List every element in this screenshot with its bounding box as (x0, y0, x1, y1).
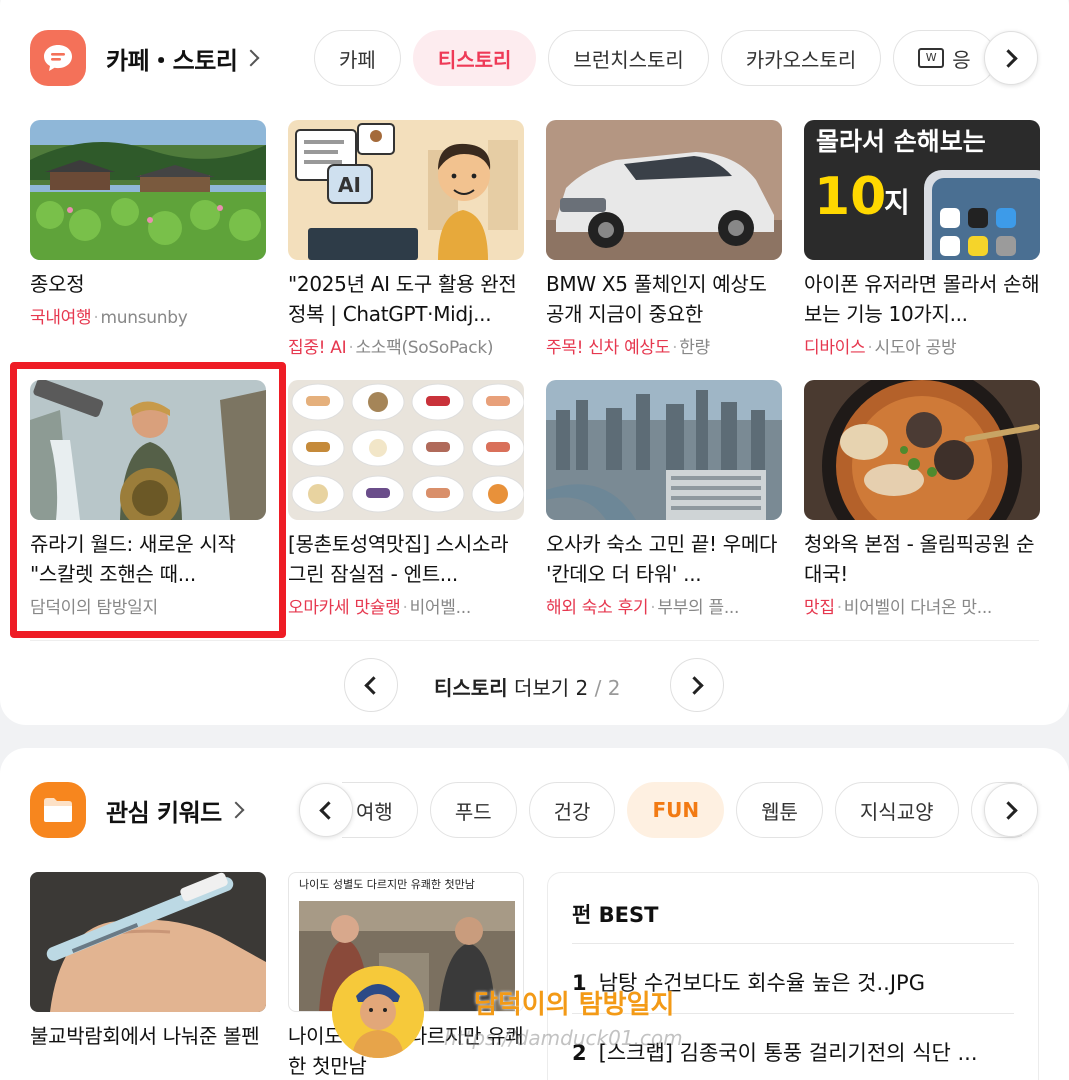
card-meta: 주목! 신차 예상도 · 한량 (546, 338, 710, 358)
chevron-right-icon (685, 675, 704, 695)
card-meta: 해외 숙소 후기 · 부부의 플... (546, 598, 740, 618)
watermark-url: https://damduck01.com (444, 1026, 683, 1050)
card-title: BMW X5 풀체인지 예상도 공개 지금이 중요한 (546, 272, 767, 326)
card-meta: 국내여행 · munsunby (30, 308, 188, 328)
story-card[interactable]: 오사카 숙소 고민 끝! 우메다 '칸데오 더 타워' ... 해외 숙소 후기… (546, 380, 782, 618)
thumb-headline: 몰라서 손해보는 (816, 127, 986, 156)
chips-next-button[interactable] (984, 783, 1038, 837)
chips-prev-button[interactable] (299, 783, 353, 837)
chip-tistory[interactable]: 티스토리 (412, 30, 537, 86)
ai-label: AI (338, 173, 361, 197)
chevron-right-icon (999, 800, 1018, 820)
keyword-card[interactable]: 불교박람회에서 나눠준 볼펜 (30, 872, 266, 1051)
chip-webtoon[interactable]: 웹툰 (736, 782, 823, 838)
section-header-interest[interactable]: 관심 키워드 (30, 782, 245, 838)
section-title: 관심 키워드 (106, 798, 222, 827)
card-author[interactable]: 한량 (679, 338, 710, 358)
chevron-right-icon (999, 48, 1018, 68)
card-author[interactable]: 부부의 플... (657, 598, 739, 618)
card-thumbnail: AI (288, 120, 524, 260)
pager-sep: / (588, 676, 608, 700)
chip-partial-label: 응 (952, 47, 971, 72)
pager-service: 티스토리 (434, 676, 508, 700)
card-meta: 오마카세 맛슐랭 · 비어벨... (288, 598, 472, 618)
card-title: "2025년 AI 도구 활용 완전정복 | ChatGPT·Midj... (288, 272, 517, 326)
card-category[interactable]: 디바이스 (804, 338, 866, 358)
pager-label[interactable]: 티스토리 더보기 2 / 2 (434, 672, 620, 701)
category-chip-bar: 카페 티스토리 브런치스토리 카카오스토리 W 응 (314, 29, 1036, 87)
pager-current: 2 (575, 676, 589, 700)
card-category[interactable]: 주목! 신차 예상도 (546, 338, 670, 358)
card-thumbnail (30, 120, 266, 260)
chevron-left-icon (364, 675, 383, 695)
card-title: 청와옥 본점 - 올림픽공원 순대국! (804, 532, 1035, 586)
card-thumbnail (804, 380, 1040, 520)
chevron-right-icon (227, 801, 245, 819)
card-title: 불교박람회에서 나눠준 볼펜 (30, 1024, 260, 1048)
pager-more: 더보기 (507, 676, 576, 700)
chip-kakao-story[interactable]: 카카오스토리 (720, 30, 882, 86)
chip-cafe[interactable]: 카페 (314, 30, 401, 86)
card-category[interactable]: 오마카세 맛슐랭 (288, 598, 401, 618)
chips-next-button[interactable] (984, 31, 1038, 85)
card-thumbnail (546, 120, 782, 260)
card-category[interactable]: 해외 숙소 후기 (546, 598, 649, 618)
pager-total: 2 (607, 676, 621, 700)
story-card[interactable]: 청와옥 본점 - 올림픽공원 순대국! 맛집 · 비어벨이 다녀온 맛... (804, 380, 1040, 618)
card-title: [몽촌토성역맛집] 스시소라그린 잠실점 - 엔트... (288, 532, 509, 586)
card-author[interactable]: 비어벨이 다녀온 맛... (844, 598, 993, 618)
best-title: 펀 BEST (572, 903, 659, 927)
chip-knowledge[interactable]: 지식교양 (834, 782, 959, 838)
card-author[interactable]: 소소팩(SoSoPack) (355, 338, 493, 358)
card-title: 아이폰 유저라면 몰라서 손해보는 기능 10가지... (804, 272, 1040, 326)
chip-fun[interactable]: FUN (627, 782, 725, 838)
prev-page-button[interactable] (344, 658, 398, 712)
card-category[interactable]: 맛집 (804, 598, 835, 618)
card-meta: 맛집 · 비어벨이 다녀온 맛... (804, 598, 993, 618)
card-author[interactable]: 비어벨... (410, 598, 472, 618)
card-title: 오사카 숙소 고민 끝! 우메다 '칸데오 더 타워' ... (546, 532, 778, 586)
story-card[interactable]: 몰라서 손해보는 10 지 아이폰 유저라면 몰라서 손해보는 기능 10가지...… (804, 120, 1040, 358)
highlight-box (10, 362, 286, 638)
card-title: 종오정 (30, 272, 85, 296)
thumb-suffix: 지 (884, 186, 910, 219)
card-thumbnail: 몰라서 손해보는 10 지 (804, 120, 1040, 260)
chevron-right-icon (242, 49, 260, 67)
card-thumbnail (30, 872, 266, 1012)
card-category[interactable]: 국내여행 (30, 308, 92, 328)
card-thumbnail (288, 380, 524, 520)
folder-icon (30, 782, 86, 838)
chip-travel[interactable]: 여행 (342, 782, 418, 838)
section-title: 카페・스토리 (106, 46, 238, 75)
next-page-button[interactable] (670, 658, 724, 712)
chevron-left-icon (319, 800, 338, 820)
chip-health[interactable]: 건강 (528, 782, 616, 838)
card-icon: W (918, 48, 945, 68)
chip-partial[interactable]: W 응 (893, 30, 996, 86)
story-card[interactable]: [몽촌토성역맛집] 스시소라그린 잠실점 - 엔트... 오마카세 맛슐랭 · 비어… (288, 380, 524, 618)
divider (572, 943, 1014, 944)
pagination: 티스토리 더보기 2 / 2 (0, 656, 1069, 716)
story-card[interactable]: AI "2025년 AI 도구 활용 완전정복 | ChatGPT·Midj..… (288, 120, 524, 358)
card-author[interactable]: 시도아 공방 (874, 338, 956, 358)
card-category[interactable]: 집중! AI (288, 338, 347, 358)
card-meta: 집중! AI · 소소팩(SoSoPack) (288, 338, 494, 358)
section-header-cafe-story[interactable]: 카페・스토리 (30, 30, 260, 86)
story-card[interactable]: 종오정 국내여행 · munsunby (30, 120, 266, 328)
story-card[interactable]: BMW X5 풀체인지 예상도 공개 지금이 중요한 주목! 신차 예상도 · 한량 (546, 120, 782, 358)
watermark-avatar (332, 966, 424, 1058)
card-meta: 디바이스 · 시도아 공방 (804, 338, 957, 358)
watermark-name: 담덕이의 탐방일지 (474, 990, 675, 1020)
chip-brunch-story[interactable]: 브런치스토리 (548, 30, 709, 86)
chip-food[interactable]: 푸드 (429, 782, 517, 838)
keyword-chip-bar: 여행 푸드 건강 FUN 웹툰 지식교양 동 (342, 781, 1022, 839)
card-author[interactable]: munsunby (100, 308, 187, 328)
thumb-number: 10 (814, 167, 886, 227)
chat-bubble-icon (30, 30, 86, 86)
card-thumbnail (546, 380, 782, 520)
divider (30, 640, 1039, 641)
